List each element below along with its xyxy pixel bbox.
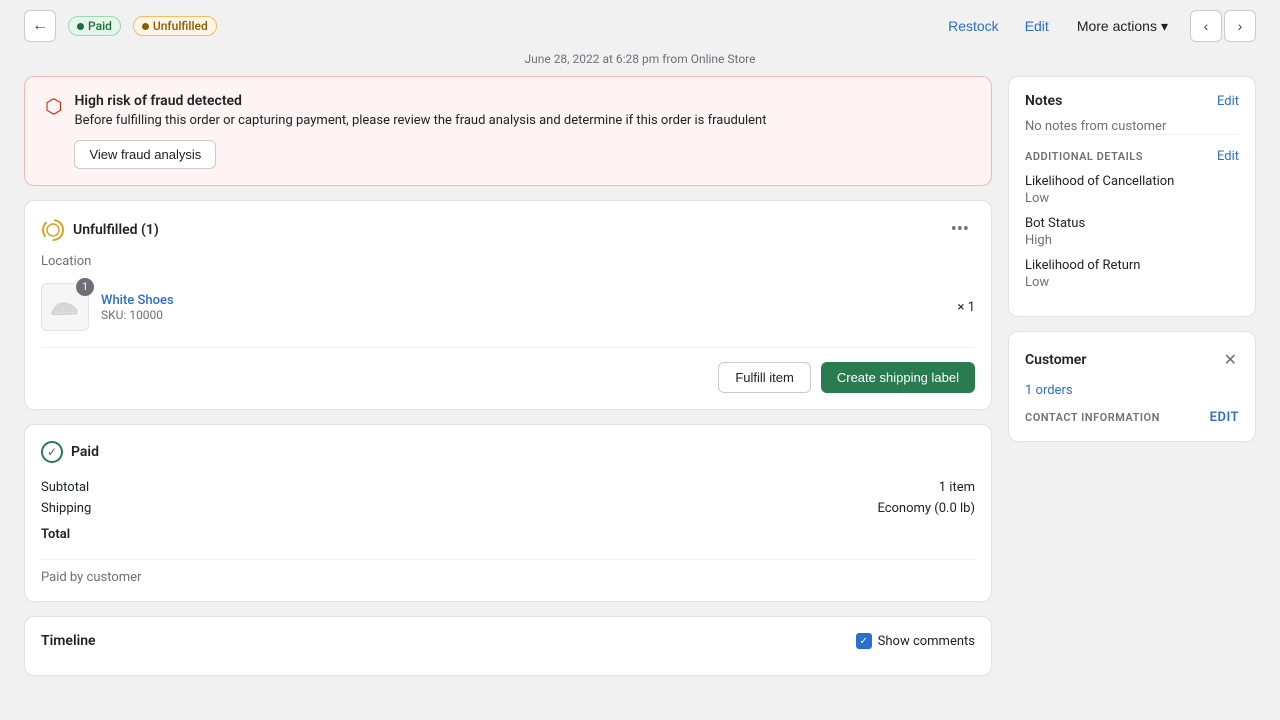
nav-arrows: ‹ › <box>1190 10 1256 42</box>
item-quantity: × 1 <box>958 300 975 315</box>
view-fraud-button[interactable]: View fraud analysis <box>74 140 216 169</box>
item-row: 1 White Shoes SKU: 10000 × 1 <box>41 283 975 331</box>
item-quantity-badge: 1 <box>76 278 94 296</box>
paid-dot <box>77 23 84 30</box>
return-value: Low <box>1025 275 1239 290</box>
top-bar-right: Restock Edit More actions ▾ ‹ › <box>942 10 1256 42</box>
next-button[interactable]: › <box>1224 10 1256 42</box>
order-summary-table: Subtotal 1 item Shipping Economy (0.0 lb… <box>41 477 975 545</box>
customer-header: Customer ✕ <box>1025 348 1239 371</box>
total-row: Total <box>41 519 975 545</box>
unfulfilled-badge: Unfulfilled <box>133 16 217 36</box>
more-actions-label: More actions <box>1077 18 1157 34</box>
subtotal-value: 1 item <box>359 477 975 498</box>
timeline-title: Timeline <box>41 633 96 649</box>
additional-details-header: ADDITIONAL DETAILS Edit <box>1025 134 1239 164</box>
back-button[interactable]: ← <box>24 10 56 42</box>
timeline-card: Timeline ✓ Show comments <box>24 616 992 676</box>
left-column: ⬡ High risk of fraud detected Before ful… <box>24 76 992 676</box>
fraud-alert-description: Before fulfilling this order or capturin… <box>74 113 766 128</box>
main-content: ⬡ High risk of fraud detected Before ful… <box>0 76 1280 700</box>
unfulfilled-title: Unfulfilled (1) <box>73 222 159 238</box>
paid-card: ✓ Paid Subtotal 1 item Shipping Economy … <box>24 424 992 602</box>
bot-status-label: Bot Status <box>1025 216 1239 231</box>
paid-badge: Paid <box>68 16 121 36</box>
edit-button[interactable]: Edit <box>1019 14 1055 38</box>
contact-edit-link[interactable]: Edit <box>1210 410 1239 425</box>
item-actions: Fulfill item Create shipping label <box>41 347 975 393</box>
fulfill-item-button[interactable]: Fulfill item <box>718 362 811 393</box>
item-name-link[interactable]: White Shoes <box>101 293 946 308</box>
more-actions-button[interactable]: More actions ▾ <box>1069 14 1176 39</box>
shipping-row: Shipping Economy (0.0 lb) <box>41 498 975 519</box>
location-label: Location <box>41 254 975 269</box>
unfulfilled-status-icon <box>41 218 65 242</box>
show-comments-checkbox[interactable]: ✓ <box>856 633 872 649</box>
prev-button[interactable]: ‹ <box>1190 10 1222 42</box>
chevron-down-icon: ▾ <box>1161 18 1168 35</box>
show-comments-toggle[interactable]: ✓ Show comments <box>856 633 975 649</box>
no-notes-text: No notes from customer <box>1025 119 1239 134</box>
timeline-header: Timeline ✓ Show comments <box>41 633 975 649</box>
total-label: Total <box>41 519 359 545</box>
top-bar-left: ← Paid Unfulfilled <box>24 10 217 42</box>
cancellation-value: Low <box>1025 191 1239 206</box>
unfulfilled-card: Unfulfilled (1) ••• Location 1 White Sho… <box>24 200 992 410</box>
unfulfilled-header: Unfulfilled (1) ••• <box>41 217 975 242</box>
notes-card: Notes Edit No notes from customer ADDITI… <box>1008 76 1256 317</box>
return-detail: Likelihood of Return Low <box>1025 258 1239 290</box>
cancellation-label: Likelihood of Cancellation <box>1025 174 1239 189</box>
show-comments-label: Show comments <box>878 634 975 649</box>
fraud-alert-card: ⬡ High risk of fraud detected Before ful… <box>24 76 992 186</box>
customer-title: Customer <box>1025 352 1086 368</box>
fraud-alert-content: High risk of fraud detected Before fulfi… <box>74 93 766 169</box>
item-image <box>49 296 81 318</box>
paid-check-icon: ✓ <box>41 441 63 463</box>
item-info: White Shoes SKU: 10000 <box>101 293 946 322</box>
fraud-warning-icon: ⬡ <box>45 94 62 169</box>
subtotal-row: Subtotal 1 item <box>41 477 975 498</box>
shipping-label: Shipping <box>41 498 359 519</box>
notes-title: Notes <box>1025 93 1062 109</box>
fraud-alert-title: High risk of fraud detected <box>74 93 766 109</box>
return-label: Likelihood of Return <box>1025 258 1239 273</box>
create-shipping-label-button[interactable]: Create shipping label <box>821 362 975 393</box>
contact-information-header: CONTACT INFORMATION Edit <box>1025 410 1239 425</box>
bot-status-value: High <box>1025 233 1239 248</box>
notes-header: Notes Edit <box>1025 93 1239 109</box>
item-sku: SKU: 10000 <box>101 308 946 322</box>
additional-details-edit-link[interactable]: Edit <box>1217 149 1239 164</box>
customer-card: Customer ✕ 1 orders CONTACT INFORMATION … <box>1008 331 1256 442</box>
unfulfilled-title-row: Unfulfilled (1) <box>41 218 159 242</box>
unfulfilled-badge-label: Unfulfilled <box>153 19 208 33</box>
top-bar: ← Paid Unfulfilled Restock Edit More act… <box>0 0 1280 52</box>
notes-edit-link[interactable]: Edit <box>1217 94 1239 109</box>
restock-button[interactable]: Restock <box>942 14 1005 38</box>
total-value <box>359 519 975 545</box>
right-column: Notes Edit No notes from customer ADDITI… <box>1008 76 1256 676</box>
paid-by-label: Paid by customer <box>41 559 975 585</box>
unfulfilled-more-icon[interactable]: ••• <box>945 217 975 242</box>
unfulfilled-dot <box>142 23 149 30</box>
item-thumbnail: 1 <box>41 283 89 331</box>
additional-details-title: ADDITIONAL DETAILS <box>1025 150 1143 163</box>
order-subtitle: June 28, 2022 at 6:28 pm from Online Sto… <box>0 52 1280 76</box>
customer-orders-count[interactable]: 1 orders <box>1025 383 1239 398</box>
paid-title: Paid <box>71 444 99 460</box>
customer-close-button[interactable]: ✕ <box>1222 348 1239 371</box>
paid-badge-label: Paid <box>88 19 112 33</box>
subtotal-label: Subtotal <box>41 477 359 498</box>
bot-status-detail: Bot Status High <box>1025 216 1239 248</box>
shipping-value: Economy (0.0 lb) <box>359 498 975 519</box>
cancellation-detail: Likelihood of Cancellation Low <box>1025 174 1239 206</box>
contact-label: CONTACT INFORMATION <box>1025 411 1160 424</box>
paid-header: ✓ Paid <box>41 441 975 463</box>
